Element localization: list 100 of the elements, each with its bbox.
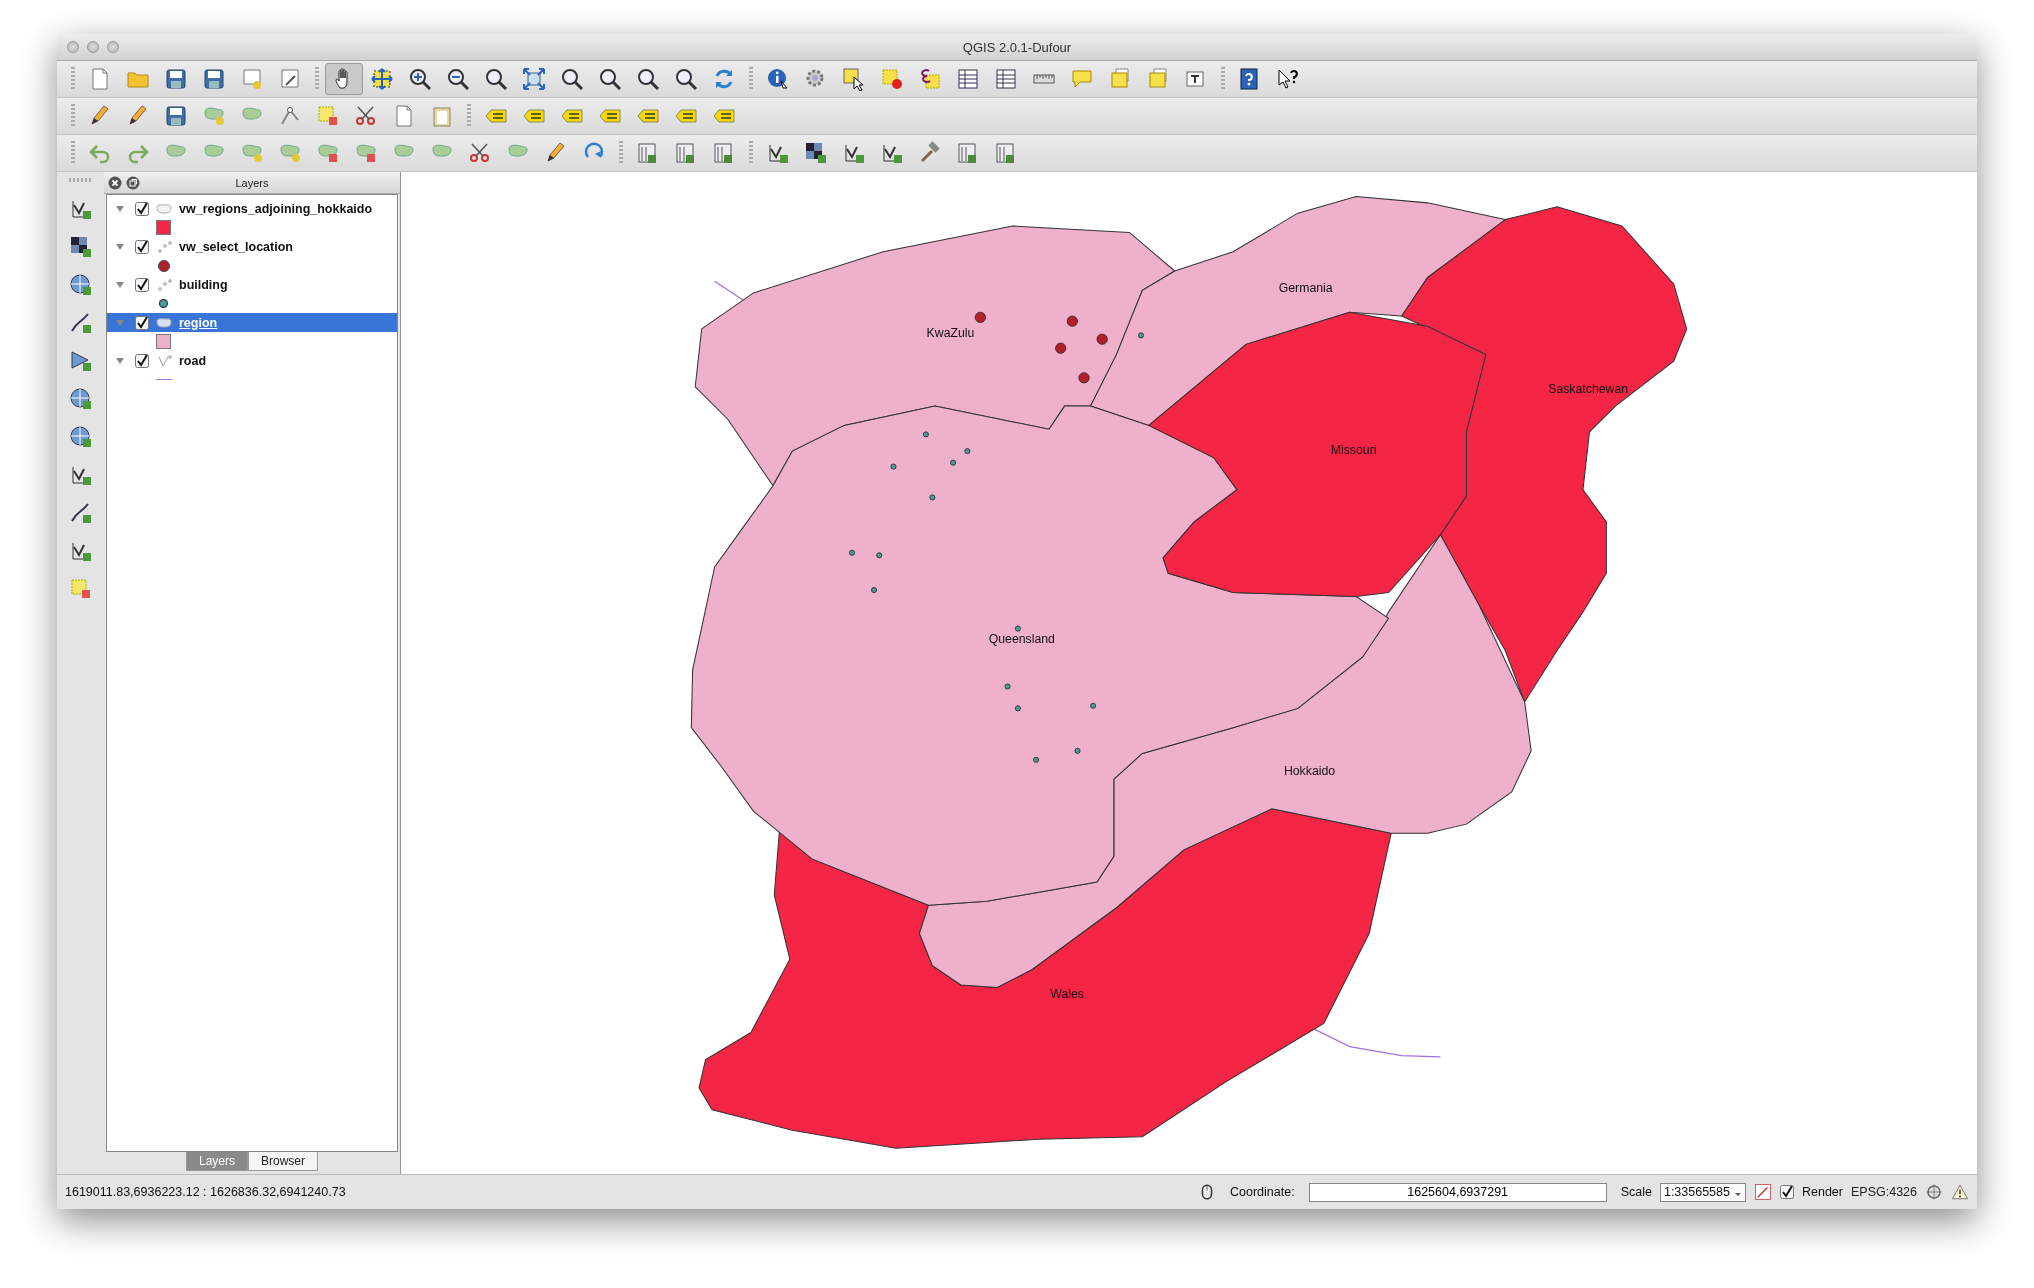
building-point [849, 549, 855, 556]
table-icon[interactable] [994, 67, 1018, 91]
building-point [1014, 625, 1021, 632]
magnifier-icon[interactable] [560, 67, 584, 91]
region-label: Germania [1278, 280, 1333, 295]
pointer-icon[interactable] [1276, 67, 1300, 91]
disclosure-triangle-icon[interactable] [115, 279, 125, 290]
select-icon[interactable] [842, 67, 866, 91]
building-point [964, 448, 971, 455]
scale-label: Scale [1620, 1185, 1652, 1199]
toolbar-grip[interactable] [467, 104, 471, 128]
zoom-in-icon[interactable] [408, 67, 432, 91]
info-icon[interactable] [766, 67, 790, 91]
polygon-layer-icon [155, 202, 173, 215]
panel-tab[interactable]: Browser [248, 1152, 318, 1171]
raster-add-icon[interactable] [68, 235, 93, 259]
layer-row[interactable]: region [107, 313, 397, 332]
hammer-icon[interactable] [918, 141, 942, 165]
toolbar-grip[interactable] [71, 67, 75, 91]
region-label: KwaZulu [926, 325, 975, 340]
move-icon[interactable] [370, 67, 394, 91]
line-add-icon[interactable] [68, 501, 93, 525]
layer-row[interactable]: vw_regions_adjoining_hokkaido [107, 199, 397, 218]
scale-combo[interactable]: 1:33565585 [1659, 1182, 1746, 1202]
building-point [1014, 705, 1021, 712]
magnifier-icon[interactable] [484, 67, 508, 91]
crosshair-icon[interactable] [1925, 1183, 1943, 1201]
region-label: Queensland [988, 631, 1055, 646]
square-delete-icon[interactable] [68, 577, 93, 601]
zoom-out-icon[interactable] [446, 67, 470, 91]
coordinate-label: Coordinate: [1230, 1185, 1295, 1199]
clipboard-icon[interactable] [430, 104, 454, 128]
coordinate-field[interactable]: 1625604,6937291 [1308, 1182, 1607, 1202]
window-title: QGIS 2.0.1-Dufour [962, 39, 1072, 55]
region-label: Saskatchewan [1548, 382, 1629, 397]
raster-add-icon[interactable] [804, 141, 828, 165]
location-point [1078, 372, 1090, 384]
layer-row[interactable]: vw_select_location [107, 237, 397, 256]
building-point [922, 431, 929, 438]
building-point [950, 459, 957, 466]
extent-text: 1619011.83,6936223.12 : 1626836.32,6941240.73 [65, 1185, 347, 1199]
building-point [929, 494, 936, 501]
region-label: Hokkaido [1283, 764, 1336, 779]
toolbar-grip[interactable] [1221, 67, 1225, 91]
layer-row[interactable]: road [107, 351, 397, 370]
toolbar-grip[interactable] [749, 67, 753, 91]
layer-name[interactable]: vw_select_location [179, 239, 293, 254]
table-icon[interactable] [956, 67, 980, 91]
layer-checkbox[interactable] [135, 239, 149, 254]
magnifier-icon[interactable] [636, 67, 660, 91]
pen-square-icon[interactable] [1754, 1183, 1772, 1201]
expression-icon[interactable] [918, 67, 942, 91]
expand-icon[interactable] [522, 67, 546, 91]
close-icon[interactable] [108, 175, 122, 190]
building-point [876, 552, 883, 559]
deselect-icon[interactable] [880, 67, 904, 91]
globe-add-icon[interactable] [68, 425, 93, 449]
toolbar-grip[interactable] [71, 104, 75, 128]
globe-add-icon[interactable] [68, 387, 93, 411]
layer-row[interactable]: building [107, 275, 397, 294]
crs-button[interactable]: EPSG:4326 [1851, 1185, 1917, 1199]
float-icon[interactable] [126, 175, 140, 190]
disclosure-triangle-icon[interactable] [115, 241, 125, 252]
region-label: Missouri [1330, 442, 1377, 457]
layer-checkbox[interactable] [135, 315, 149, 330]
building-point [871, 587, 878, 593]
disclosure-triangle-icon[interactable] [115, 203, 125, 214]
building-point [1138, 332, 1145, 339]
toolbar-grip[interactable] [749, 141, 753, 165]
location-point [1096, 333, 1108, 345]
scissors-icon[interactable] [354, 104, 378, 128]
layer-name[interactable]: road [179, 353, 207, 368]
layer-name[interactable]: vw_regions_adjoining_hokkaido [179, 201, 373, 216]
magnifier-icon[interactable] [674, 67, 698, 91]
building-point [1004, 683, 1011, 690]
layer-name[interactable]: building [179, 277, 228, 292]
render-checkbox[interactable] [1780, 1185, 1794, 1199]
disclosure-triangle-icon[interactable] [115, 355, 125, 366]
layer-checkbox[interactable] [135, 353, 149, 368]
layer-name[interactable]: region [179, 315, 218, 330]
line-add-icon[interactable] [68, 311, 93, 335]
building-point [890, 463, 897, 470]
globe-add-icon[interactable] [68, 273, 93, 297]
toolbar-grip[interactable] [619, 141, 623, 165]
polygon-layer-icon [155, 316, 173, 329]
scissors-icon[interactable] [468, 141, 492, 165]
pan-tool-button[interactable] [325, 63, 363, 95]
region-label: Wales [1050, 986, 1085, 1001]
square-delete-icon[interactable] [316, 104, 340, 128]
building-point [1074, 747, 1081, 754]
points-layer-icon [155, 278, 173, 291]
layer-checkbox[interactable] [135, 277, 149, 292]
triangle-add-icon[interactable] [68, 349, 93, 373]
toolbar-grip[interactable] [315, 67, 319, 91]
map-canvas[interactable]: Wales Saskatchewan KwaZulu Germania Hokkaido Queensland Missouri [401, 172, 1977, 1174]
magnifier-icon[interactable] [598, 67, 622, 91]
toolbar-grip[interactable] [71, 141, 75, 165]
toolbar-grip[interactable] [68, 178, 93, 182]
warning-icon[interactable] [1951, 1183, 1969, 1201]
layer-checkbox[interactable] [135, 201, 149, 216]
